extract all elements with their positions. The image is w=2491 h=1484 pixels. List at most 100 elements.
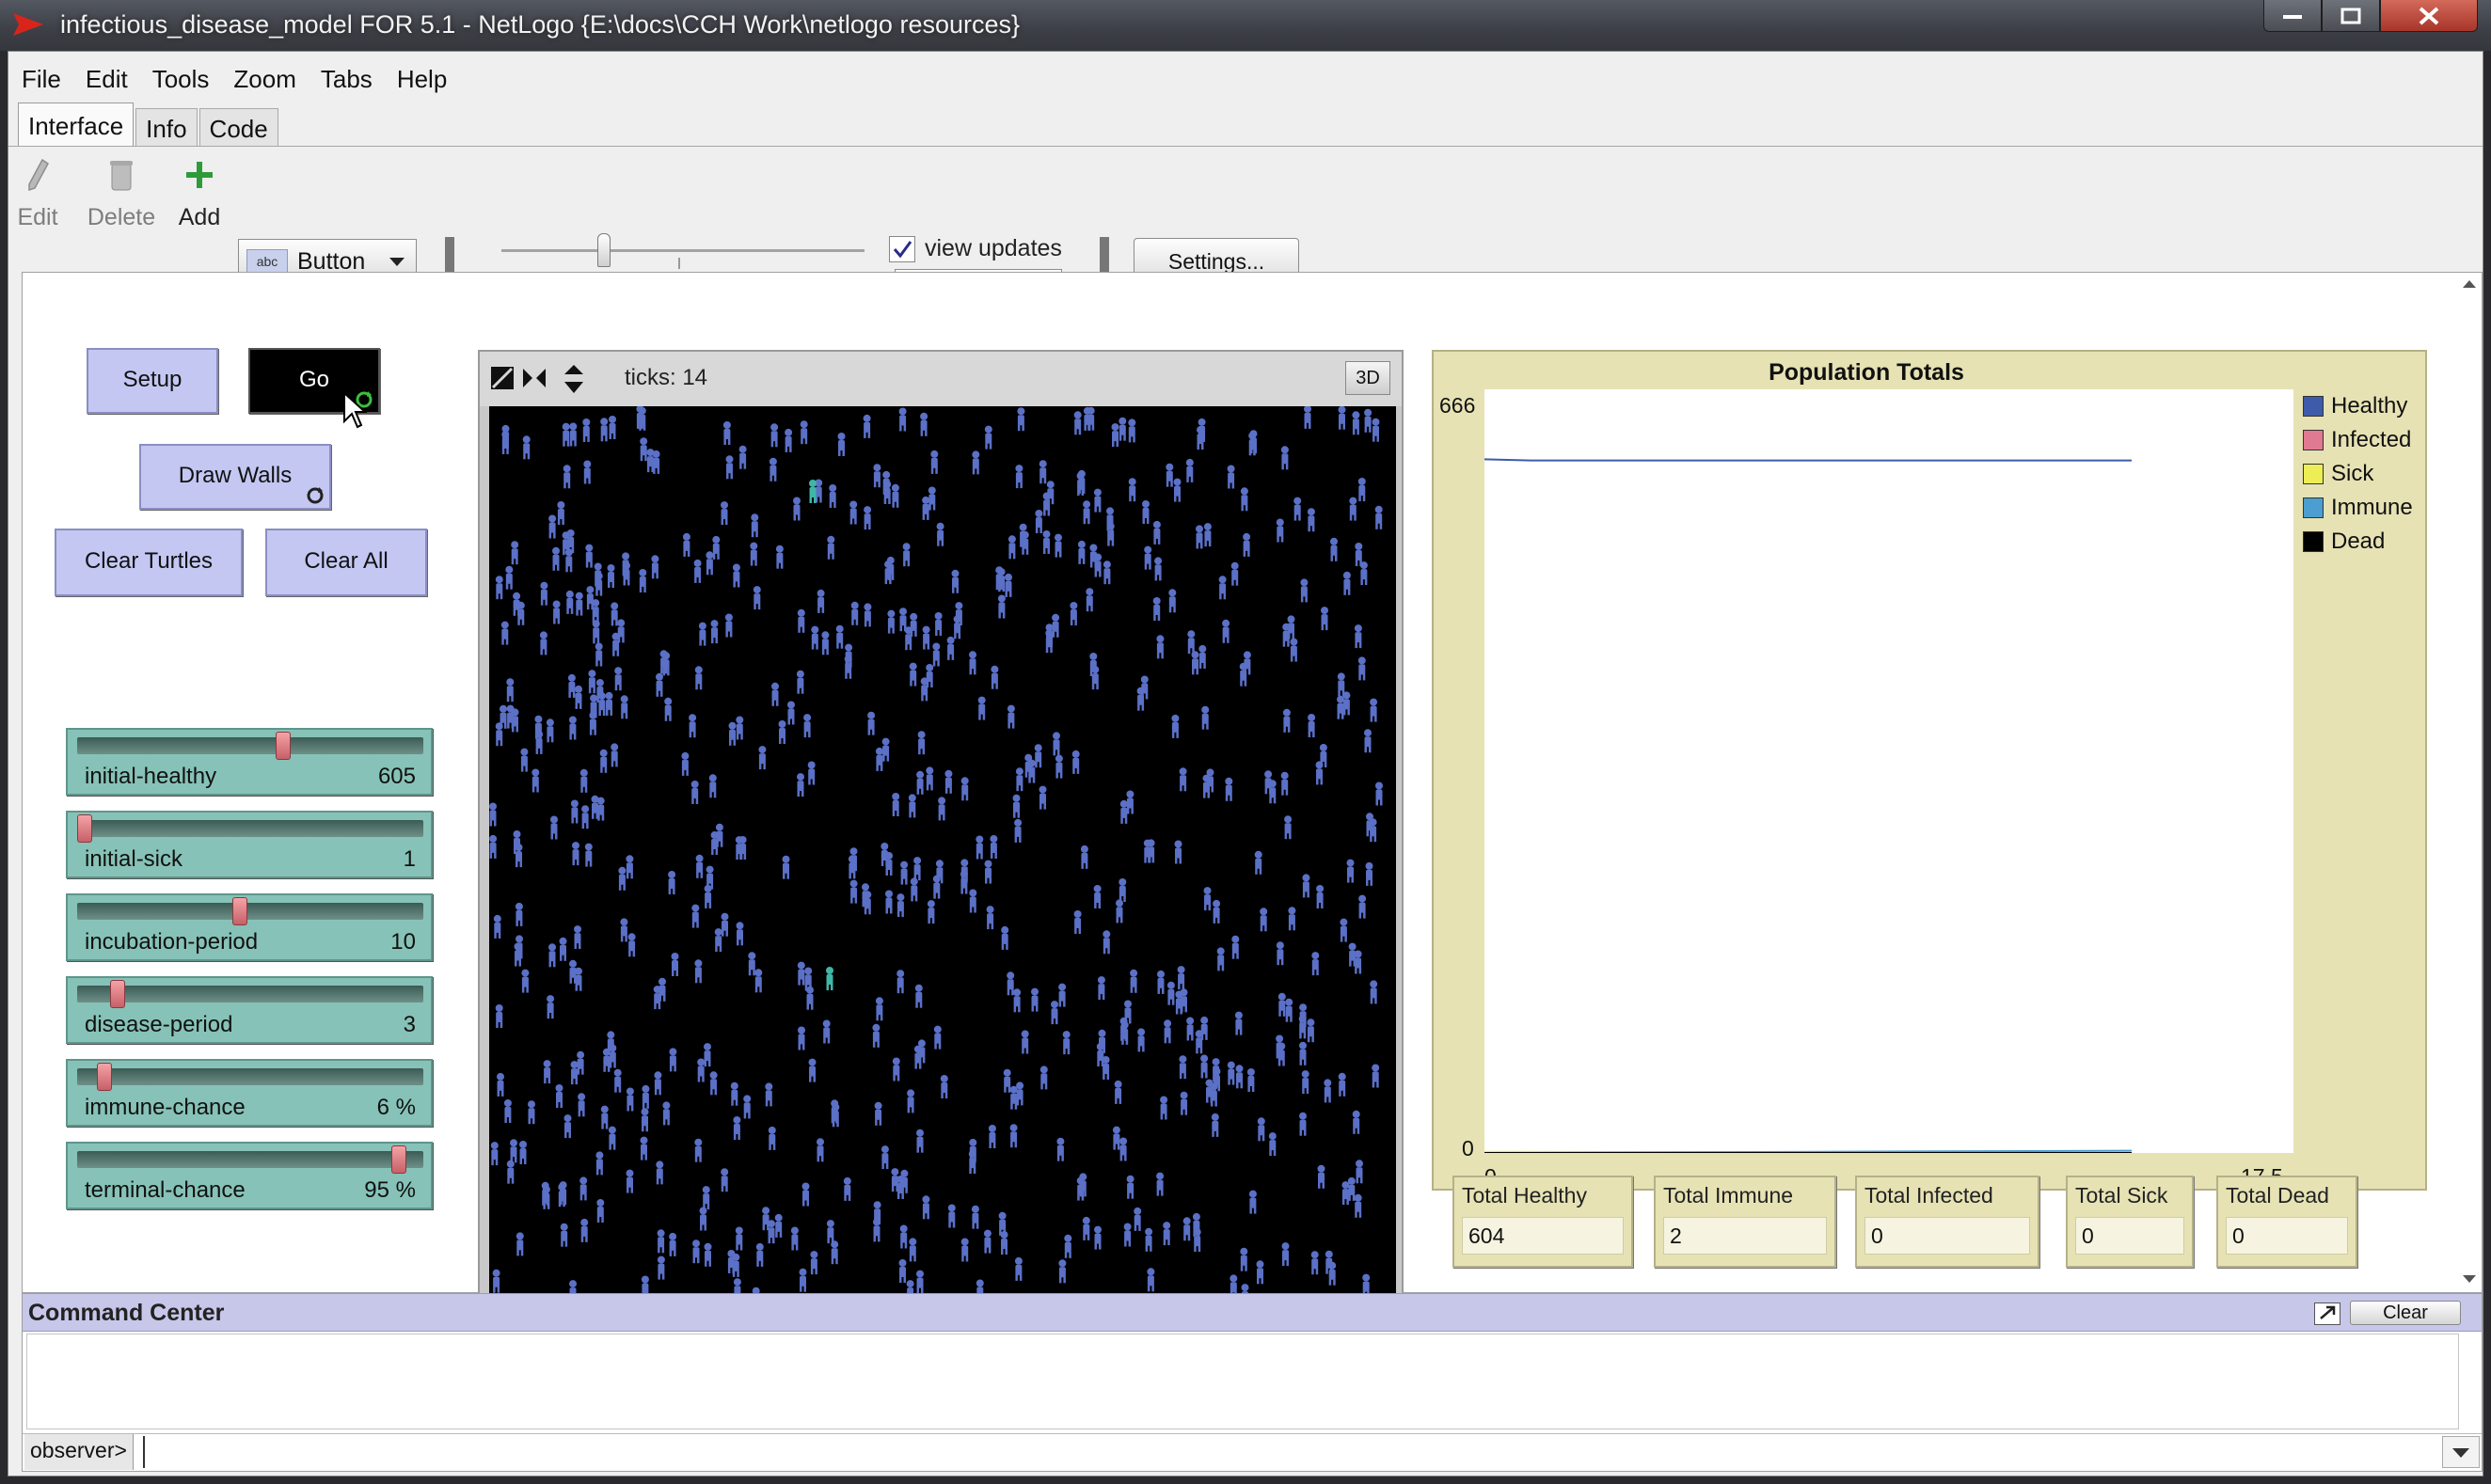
ticks-counter: ticks: 14 bbox=[625, 365, 708, 390]
monitor-total-healthy: Total Healthy 604 bbox=[1452, 1176, 1633, 1268]
command-input[interactable] bbox=[143, 1436, 2438, 1468]
plot-title: Population Totals bbox=[1769, 359, 1964, 386]
close-icon bbox=[2419, 7, 2439, 24]
speed-slider-track[interactable] bbox=[501, 249, 865, 252]
menu-file[interactable]: File bbox=[8, 57, 72, 99]
menu-tools[interactable]: Tools bbox=[139, 57, 221, 99]
command-center-title: Command Center bbox=[28, 1300, 225, 1326]
legend-label: Infected bbox=[2331, 427, 2412, 452]
population-plot: Population Totals 666 0 0 17.5 HealthyIn… bbox=[1432, 350, 2427, 1191]
delete-tool[interactable]: Delete bbox=[84, 158, 159, 231]
edit-tool[interactable]: Edit bbox=[16, 158, 59, 231]
slider-immune-chance[interactable]: immune-chance 6 % bbox=[66, 1059, 433, 1127]
slider-terminal-chance[interactable]: terminal-chance 95 % bbox=[66, 1142, 433, 1209]
tab-interface[interactable]: Interface bbox=[18, 103, 135, 146]
minimize-button[interactable] bbox=[2263, 0, 2322, 32]
plot-area bbox=[1483, 389, 2293, 1154]
world-canvas[interactable] bbox=[489, 406, 1396, 1311]
title-bar: infectious_disease_model FOR 5.1 - NetLo… bbox=[0, 0, 2491, 51]
slider-thumb[interactable] bbox=[276, 732, 292, 760]
turtle-population bbox=[489, 406, 1383, 1311]
monitor-value: 604 bbox=[1462, 1217, 1624, 1255]
slider-initial-sick[interactable]: initial-sick 1 bbox=[66, 811, 433, 878]
slider-name: initial-sick bbox=[85, 846, 183, 872]
setup-button[interactable]: Setup bbox=[87, 348, 218, 414]
draw-walls-button-label: Draw Walls bbox=[178, 463, 293, 488]
legend-label: Sick bbox=[2331, 461, 2374, 486]
slider-name: incubation-period bbox=[85, 929, 259, 955]
slider-thumb[interactable] bbox=[97, 1063, 113, 1091]
button-widget-icon: abc bbox=[246, 249, 288, 274]
tab-bar: Interface Info Code bbox=[18, 103, 280, 146]
view-updates-checkbox[interactable] bbox=[889, 236, 915, 262]
slider-value: 10 bbox=[390, 929, 416, 955]
slider-thumb[interactable] bbox=[77, 814, 92, 843]
monitor-value: 0 bbox=[1864, 1217, 2030, 1255]
tab-info[interactable]: Info bbox=[135, 108, 198, 146]
pencil-icon bbox=[28, 158, 49, 192]
monitor-label: Total Dead bbox=[2226, 1183, 2329, 1208]
slider-track[interactable] bbox=[77, 903, 423, 920]
chevron-down-icon bbox=[389, 258, 405, 266]
slider-value: 6 % bbox=[376, 1095, 416, 1120]
tab-code[interactable]: Code bbox=[198, 108, 278, 146]
clear-turtles-button-label: Clear Turtles bbox=[84, 548, 214, 574]
delete-tool-label: Delete bbox=[87, 204, 156, 230]
slider-track[interactable] bbox=[77, 986, 423, 1002]
slider-track[interactable] bbox=[77, 1068, 423, 1085]
3d-view-button[interactable]: 3D bbox=[1345, 361, 1390, 395]
legend-swatch bbox=[2303, 396, 2324, 417]
slider-name: terminal-chance bbox=[85, 1177, 246, 1203]
slider-name: disease-period bbox=[85, 1012, 233, 1037]
checkmark-icon bbox=[893, 241, 912, 259]
plot-y-min: 0 bbox=[1462, 1136, 1474, 1160]
slider-incubation-period[interactable]: incubation-period 10 bbox=[66, 893, 433, 961]
legend-label: Healthy bbox=[2331, 393, 2408, 418]
slider-track[interactable] bbox=[77, 737, 423, 754]
popout-button[interactable] bbox=[2314, 1302, 2340, 1325]
slider-track[interactable] bbox=[77, 820, 423, 837]
slider-thumb[interactable] bbox=[232, 897, 248, 925]
slider-initial-healthy[interactable]: initial-healthy 605 bbox=[66, 728, 433, 796]
menu-zoom[interactable]: Zoom bbox=[220, 57, 307, 99]
interface-canvas: Setup Go Draw Walls Clear Turtles Clear … bbox=[22, 272, 2483, 1318]
close-button[interactable] bbox=[2380, 0, 2478, 32]
history-dropdown[interactable] bbox=[2442, 1436, 2480, 1468]
slider-value: 3 bbox=[403, 1012, 416, 1037]
clear-turtles-button[interactable]: Clear Turtles bbox=[55, 529, 243, 596]
clear-all-button[interactable]: Clear All bbox=[265, 529, 427, 596]
maximize-button[interactable] bbox=[2322, 0, 2380, 32]
legend-label: Dead bbox=[2331, 529, 2386, 554]
speed-slider-thumb[interactable] bbox=[597, 233, 611, 267]
popout-icon bbox=[2320, 1305, 2336, 1319]
interface-scrollbar[interactable] bbox=[2459, 275, 2480, 1290]
monitor-total-sick: Total Sick 0 bbox=[2066, 1176, 2194, 1268]
menu-tabs[interactable]: Tabs bbox=[308, 57, 384, 99]
legend-item: Infected bbox=[2303, 423, 2421, 457]
legend-swatch bbox=[2303, 464, 2324, 484]
legend-item: Dead bbox=[2303, 525, 2421, 559]
observer-prompt[interactable]: observer> bbox=[24, 1434, 134, 1470]
command-input-row: observer> bbox=[23, 1433, 2482, 1471]
plot-legend: Healthy Infected Sick Immune Dead bbox=[2303, 389, 2421, 559]
command-center-clear-button[interactable]: Clear bbox=[2350, 1301, 2461, 1325]
add-tool[interactable]: Add bbox=[176, 158, 223, 231]
window-controls bbox=[2263, 0, 2478, 36]
plus-icon bbox=[186, 162, 213, 188]
plot-series-healthy bbox=[1483, 458, 2132, 462]
slider-thumb[interactable] bbox=[110, 980, 126, 1008]
slider-thumb[interactable] bbox=[391, 1145, 407, 1174]
plot-y-max: 666 bbox=[1439, 393, 1476, 418]
menu-help[interactable]: Help bbox=[384, 57, 458, 99]
draw-walls-button[interactable]: Draw Walls bbox=[139, 444, 331, 510]
slider-track[interactable] bbox=[77, 1151, 423, 1168]
window-title: infectious_disease_model FOR 5.1 - NetLo… bbox=[60, 10, 1021, 39]
menu-edit[interactable]: Edit bbox=[72, 57, 139, 99]
menu-bar: File Edit Tools Zoom Tabs Help bbox=[8, 57, 458, 99]
slider-disease-period[interactable]: disease-period 3 bbox=[66, 976, 433, 1044]
view-wrap-icons bbox=[491, 365, 583, 393]
chevron-down-icon bbox=[2452, 1448, 2469, 1458]
command-output bbox=[26, 1334, 2459, 1429]
minimize-icon bbox=[2283, 14, 2302, 19]
legend-swatch bbox=[2303, 531, 2324, 552]
